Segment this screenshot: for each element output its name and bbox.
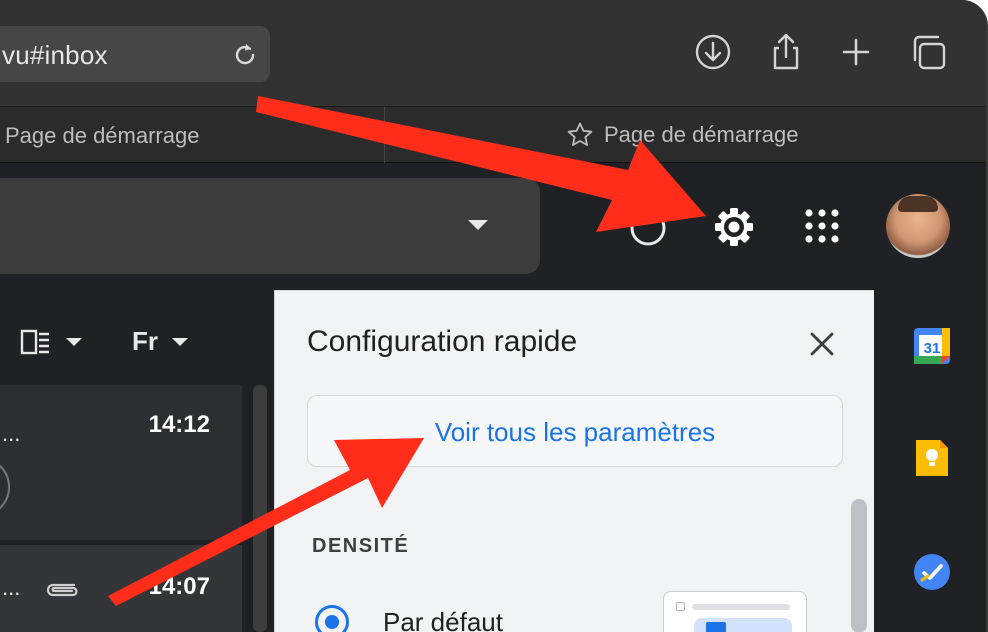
chevron-down-icon	[172, 337, 188, 346]
browser-window: vu#inbox Page de démarrage Page de démar…	[0, 0, 988, 632]
see-all-settings-button[interactable]: Voir tous les paramètres	[307, 395, 843, 467]
close-icon[interactable]	[805, 327, 839, 361]
favorites-bar: Page de démarrage Page de démarrage	[0, 107, 986, 163]
list-toolbar: Fr	[20, 326, 188, 357]
row-time: 14:07	[148, 573, 210, 600]
side-panel-rail: 31	[876, 290, 986, 632]
apps-grid-icon[interactable]	[803, 207, 841, 245]
tabs-overview-icon[interactable]	[910, 32, 950, 72]
gear-icon[interactable]	[710, 203, 758, 251]
table-row[interactable]: ... 14:12	[0, 385, 242, 540]
download-icon[interactable]	[693, 32, 733, 72]
input-tools-toggle[interactable]: Fr	[132, 326, 188, 357]
search-bar[interactable]	[0, 178, 540, 274]
quick-settings-panel: Configuration rapide Voir tous les param…	[274, 290, 874, 632]
favorite-start-page-right[interactable]: Page de démarrage	[566, 121, 798, 149]
preview-checkbox	[676, 602, 685, 611]
address-bar[interactable]: vu#inbox	[0, 26, 270, 82]
panel-scrollbar[interactable]	[851, 499, 867, 632]
calendar-day: 31	[924, 340, 941, 357]
row-avatar-ring	[0, 457, 10, 517]
row-snippet: ...	[2, 421, 21, 446]
reload-icon[interactable]	[230, 40, 260, 70]
help-icon[interactable]	[628, 208, 668, 248]
favorite-start-page-left[interactable]: Page de démarrage	[5, 123, 199, 149]
share-icon[interactable]	[766, 32, 806, 72]
chevron-down-icon	[66, 337, 82, 346]
search-options-caret-icon[interactable]	[468, 220, 488, 230]
split-pane-toggle[interactable]	[20, 329, 82, 355]
preview-line	[692, 604, 790, 610]
row-time: 14:12	[148, 411, 210, 438]
input-tools-label: Fr	[132, 326, 158, 356]
favorites-divider	[384, 107, 385, 163]
browser-toolbar: vu#inbox	[0, 0, 986, 107]
url-text[interactable]: vu#inbox	[2, 40, 108, 71]
mail-list-scrollbar[interactable]	[253, 385, 267, 632]
star-icon	[567, 122, 593, 146]
density-heading: DENSITÉ	[312, 535, 410, 557]
gmail-header	[0, 163, 986, 288]
density-default-radio[interactable]	[315, 605, 349, 632]
quick-settings-title: Configuration rapide	[307, 325, 578, 358]
avatar[interactable]	[886, 194, 950, 258]
split-pane-icon	[20, 329, 49, 354]
row-snippet: ...	[2, 575, 21, 600]
new-tab-plus-icon[interactable]	[836, 32, 876, 72]
calendar-icon[interactable]: 31	[912, 326, 952, 366]
preview-doc-icon	[706, 622, 726, 632]
tasks-icon[interactable]	[912, 552, 952, 592]
density-preview-thumbnail	[663, 591, 807, 632]
favorite-label: Page de démarrage	[604, 122, 799, 147]
paperclip-icon	[46, 583, 78, 597]
density-default-label[interactable]: Par défaut	[383, 607, 503, 632]
keep-icon[interactable]	[912, 438, 952, 478]
table-row[interactable]: ... 14:07	[0, 545, 242, 632]
